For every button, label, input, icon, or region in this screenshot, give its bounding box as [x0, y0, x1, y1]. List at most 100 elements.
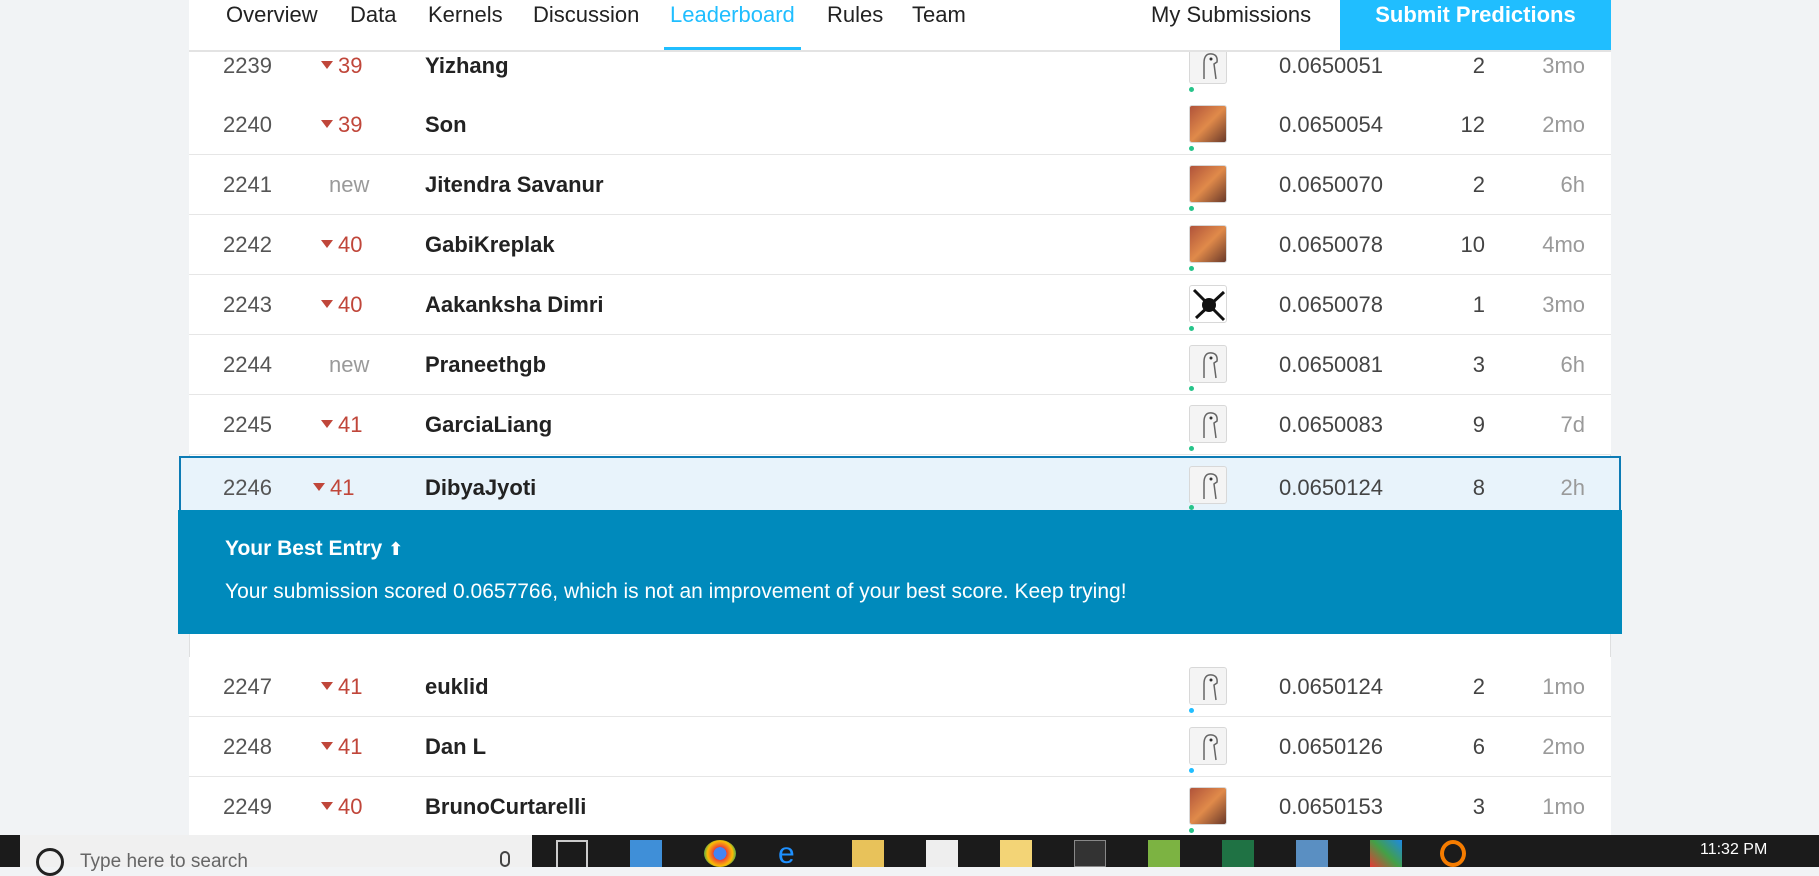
paint-icon[interactable] [1370, 840, 1402, 867]
table-row[interactable]: 2241 new Jitendra Savanur 0.0650070 2 6h [189, 155, 1611, 215]
my-submissions-link[interactable]: My Submissions [1151, 0, 1311, 50]
team-name[interactable]: Praneethgb [425, 352, 546, 378]
last-submission-cell: 6h [1560, 352, 1585, 377]
sticky-notes-icon[interactable] [1000, 840, 1032, 867]
rank-change-cell: 41 [313, 475, 383, 501]
table-row[interactable]: 2249 40 BrunoCurtarelli 0.0650153 3 1mo [189, 777, 1611, 837]
status-dot [1189, 828, 1194, 833]
tab-discussion[interactable]: Discussion [533, 0, 639, 50]
rank-cell: 2244 [223, 352, 272, 377]
team-name[interactable]: Aakanksha Dimri [425, 292, 604, 318]
last-submission-cell: 2mo [1542, 734, 1585, 759]
team-name[interactable]: DibyaJyoti [425, 475, 536, 501]
tab-rules[interactable]: Rules [827, 0, 883, 50]
user-avatar[interactable] [1189, 285, 1227, 323]
team-name[interactable]: Jitendra Savanur [425, 172, 604, 198]
cortana-icon[interactable] [36, 848, 64, 876]
rank-cell: 2246 [223, 475, 272, 500]
rank-cell: 2240 [223, 112, 272, 137]
entries-cell: 12 [1460, 112, 1485, 137]
last-submission-cell: 2h [1560, 475, 1585, 500]
status-dot [1189, 87, 1194, 92]
score-cell: 0.0650083 [1279, 412, 1383, 437]
monitor-icon[interactable] [1296, 840, 1328, 867]
team-name[interactable]: Dan L [425, 734, 486, 760]
table-row[interactable]: 2244 new Praneethgb 0.0650081 3 6h [189, 335, 1611, 395]
banner-title-text: Your Best Entry [225, 537, 383, 560]
rank-change-value: 41 [338, 734, 363, 759]
last-submission-cell: 2mo [1542, 112, 1585, 137]
table-row[interactable]: 2248 41 Dan L 0.0650126 6 2mo [189, 717, 1611, 777]
status-dot [1189, 266, 1194, 271]
status-dot [1189, 206, 1194, 211]
kaggle-default-icon[interactable] [1189, 405, 1227, 443]
task-view-icon[interactable] [556, 840, 588, 867]
status-dot [1189, 386, 1194, 391]
excel-icon[interactable] [1222, 840, 1254, 867]
entries-cell: 6 [1472, 734, 1485, 759]
team-name[interactable]: Yizhang [425, 53, 509, 79]
terminal-icon[interactable] [1074, 840, 1106, 867]
competition-nav: Overview Data Kernels Discussion Leaderb… [189, 0, 1611, 52]
team-name[interactable]: GabiKreplak [425, 232, 555, 258]
team-name[interactable]: Son [425, 112, 467, 138]
best-entry-banner: Your Best Entry ⬆ Your submission scored … [178, 510, 1622, 634]
rank-change-cell: 39 [321, 112, 391, 138]
score-cell: 0.0650124 [1279, 475, 1383, 500]
user-avatar[interactable] [1189, 225, 1227, 263]
taskbar-search[interactable]: Type here to search [20, 835, 532, 876]
tab-leaderboard[interactable]: Leaderboard [664, 0, 801, 50]
status-dot [1189, 768, 1194, 773]
rank-change-value: 40 [338, 232, 363, 257]
table-row[interactable]: 2245 41 GarciaLiang 0.0650083 9 7d [189, 395, 1611, 455]
rank-change-value: 41 [338, 412, 363, 437]
entries-cell: 3 [1472, 794, 1485, 819]
tab-overview[interactable]: Overview [226, 0, 318, 50]
score-cell: 0.0650078 [1279, 292, 1383, 317]
team-name[interactable]: BrunoCurtarelli [425, 794, 586, 820]
user-avatar[interactable] [1189, 165, 1227, 203]
rank-cell: 2245 [223, 412, 272, 437]
file-explorer-icon[interactable] [852, 840, 884, 867]
my-leaderboard-row[interactable]: 2246 41 DibyaJyoti 0.0650124 8 2h [179, 456, 1621, 516]
edge-icon[interactable]: e [778, 839, 810, 869]
rank-change-value: 40 [338, 292, 363, 317]
table-row[interactable]: 2247 41 euklid 0.0650124 2 1mo [189, 657, 1611, 717]
table-row[interactable]: 2240 39 Son 0.0650054 12 2mo [189, 95, 1611, 155]
status-dot [1189, 326, 1194, 331]
table-row[interactable]: 2243 40 Aakanksha Dimri 0.0650078 1 3mo [189, 275, 1611, 335]
rank-down-icon [321, 300, 333, 309]
kaggle-default-icon[interactable] [1189, 466, 1227, 504]
tab-data[interactable]: Data [350, 0, 396, 50]
app-circle-icon[interactable] [1440, 840, 1466, 867]
team-name[interactable]: GarciaLiang [425, 412, 552, 438]
entries-cell: 8 [1472, 475, 1485, 500]
windows-taskbar: Type here to search e 11:32 PM [0, 835, 1819, 876]
rank-cell: 2242 [223, 232, 272, 257]
user-avatar[interactable] [1189, 787, 1227, 825]
tab-team[interactable]: Team [912, 0, 966, 50]
kaggle-default-icon[interactable] [1189, 667, 1227, 705]
microphone-icon[interactable] [500, 851, 510, 867]
status-dot [1189, 708, 1194, 713]
last-submission-cell: 6h [1560, 172, 1585, 197]
kaggle-default-icon[interactable] [1189, 345, 1227, 383]
status-dot [1189, 146, 1194, 151]
score-cell: 0.0650081 [1279, 352, 1383, 377]
score-cell: 0.0650051 [1279, 53, 1383, 78]
rank-down-icon [321, 802, 333, 811]
mail-icon[interactable] [926, 840, 958, 867]
submit-predictions-button[interactable]: Submit Predictions [1340, 0, 1611, 50]
app-icon-2[interactable] [1148, 840, 1180, 867]
last-submission-cell: 1mo [1542, 674, 1585, 699]
team-name[interactable]: euklid [425, 674, 489, 700]
last-submission-cell: 4mo [1542, 232, 1585, 257]
table-row[interactable]: 2242 40 GabiKreplak 0.0650078 10 4mo [189, 215, 1611, 275]
chrome-icon[interactable] [704, 840, 736, 867]
kaggle-default-icon[interactable] [1189, 727, 1227, 765]
last-submission-cell: 3mo [1542, 53, 1585, 78]
user-avatar[interactable] [1189, 105, 1227, 143]
tab-kernels[interactable]: Kernels [428, 0, 503, 50]
rank-cell: 2247 [223, 674, 272, 699]
app-icon[interactable] [630, 840, 662, 867]
